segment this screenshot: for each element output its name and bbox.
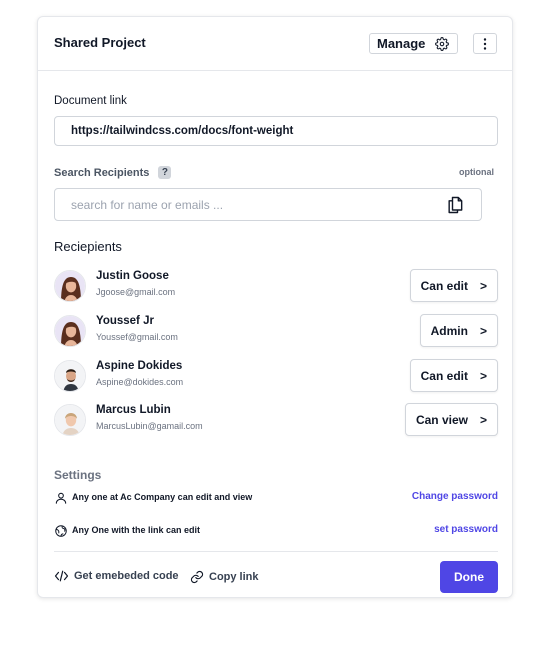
avatar (54, 270, 86, 302)
role-label: Can edit (420, 368, 468, 383)
avatar (54, 315, 86, 347)
role-label: Admin (430, 323, 468, 338)
recipient-name: Justin Goose (96, 270, 169, 282)
link-icon (190, 570, 204, 584)
dialog-title: Shared Project (54, 35, 146, 50)
manage-button[interactable]: Manage (369, 33, 458, 54)
recipient-row: Aspine Dokides Aspine@dokides.com Can ed… (54, 359, 498, 395)
search-recipients-field (54, 188, 482, 221)
recipient-email: MarcusLubin@gamail.com (96, 421, 203, 431)
recipient-name: Youssef Jr (96, 315, 154, 327)
recipient-email: Aspine@dokides.com (96, 377, 184, 387)
footer-divider (54, 551, 498, 552)
chevron-right-icon: > (479, 323, 487, 338)
recipient-row: Youssef Jr Youssef@gmail.com Admin > (54, 314, 498, 350)
code-icon (54, 570, 69, 582)
setting-row-company-access: Any one at Ac Company can edit and view … (54, 490, 498, 506)
optional-label: optional (459, 167, 494, 177)
paste-icon[interactable] (445, 195, 465, 215)
recipient-name: Aspine Dokides (96, 360, 183, 372)
change-password-link[interactable]: Change password (412, 491, 498, 502)
role-label: Can view (415, 412, 468, 427)
globe-icon (55, 525, 67, 537)
recipient-row: Marcus Lubin MarcusLubin@gamail.com Can … (54, 403, 498, 439)
document-link-value: https://tailwindcss.com/docs/font-weight (71, 125, 294, 137)
recipient-email: Jgoose@gmail.com (96, 287, 176, 297)
recipient-name: Marcus Lubin (96, 404, 171, 416)
avatar (54, 404, 86, 436)
search-label-text: Search Recipients (54, 166, 150, 179)
more-options-button[interactable] (473, 33, 497, 54)
recipient-row: Justin Goose Jgoose@gmail.com Can edit > (54, 269, 498, 305)
recipients-title: Reciepients (54, 239, 122, 254)
role-dropdown[interactable]: Admin > (419, 314, 498, 347)
role-dropdown[interactable]: Can edit > (409, 269, 498, 302)
document-link-label: Document link (54, 95, 127, 107)
setting-text: Any One with the link can edit (72, 525, 201, 535)
manage-label: Manage (377, 36, 426, 51)
embed-label: Get emebeded code (74, 570, 179, 582)
more-vertical-icon (483, 37, 487, 50)
search-input[interactable] (71, 197, 431, 213)
copy-link-label: Copy link (209, 571, 259, 583)
settings-title: Settings (54, 468, 102, 482)
role-label: Can edit (420, 278, 468, 293)
share-dialog: Shared Project Manage Document link http… (37, 16, 513, 598)
set-password-link[interactable]: set password (434, 524, 498, 535)
role-dropdown[interactable]: Can edit > (409, 359, 498, 392)
recipient-email: Youssef@gmail.com (96, 332, 178, 342)
copy-link-button[interactable]: Copy link (190, 570, 259, 584)
search-recipients-label: Search Recipients ? (54, 166, 172, 179)
get-embed-code-button[interactable]: Get emebeded code (54, 570, 179, 582)
chevron-right-icon: > (479, 368, 487, 383)
chevron-right-icon: > (479, 278, 487, 293)
document-link-field[interactable]: https://tailwindcss.com/docs/font-weight (54, 116, 498, 146)
setting-text: Any one at Ac Company can edit and view (72, 492, 253, 502)
chevron-right-icon: > (479, 412, 487, 427)
dialog-header: Shared Project Manage (38, 17, 512, 71)
setting-row-link-access: Any One with the link can edit set passw… (54, 523, 498, 539)
user-icon (55, 492, 67, 504)
gear-icon (435, 36, 450, 51)
role-dropdown[interactable]: Can view > (404, 403, 498, 436)
done-button[interactable]: Done (440, 561, 498, 593)
avatar (54, 360, 86, 392)
help-icon[interactable]: ? (158, 166, 172, 179)
